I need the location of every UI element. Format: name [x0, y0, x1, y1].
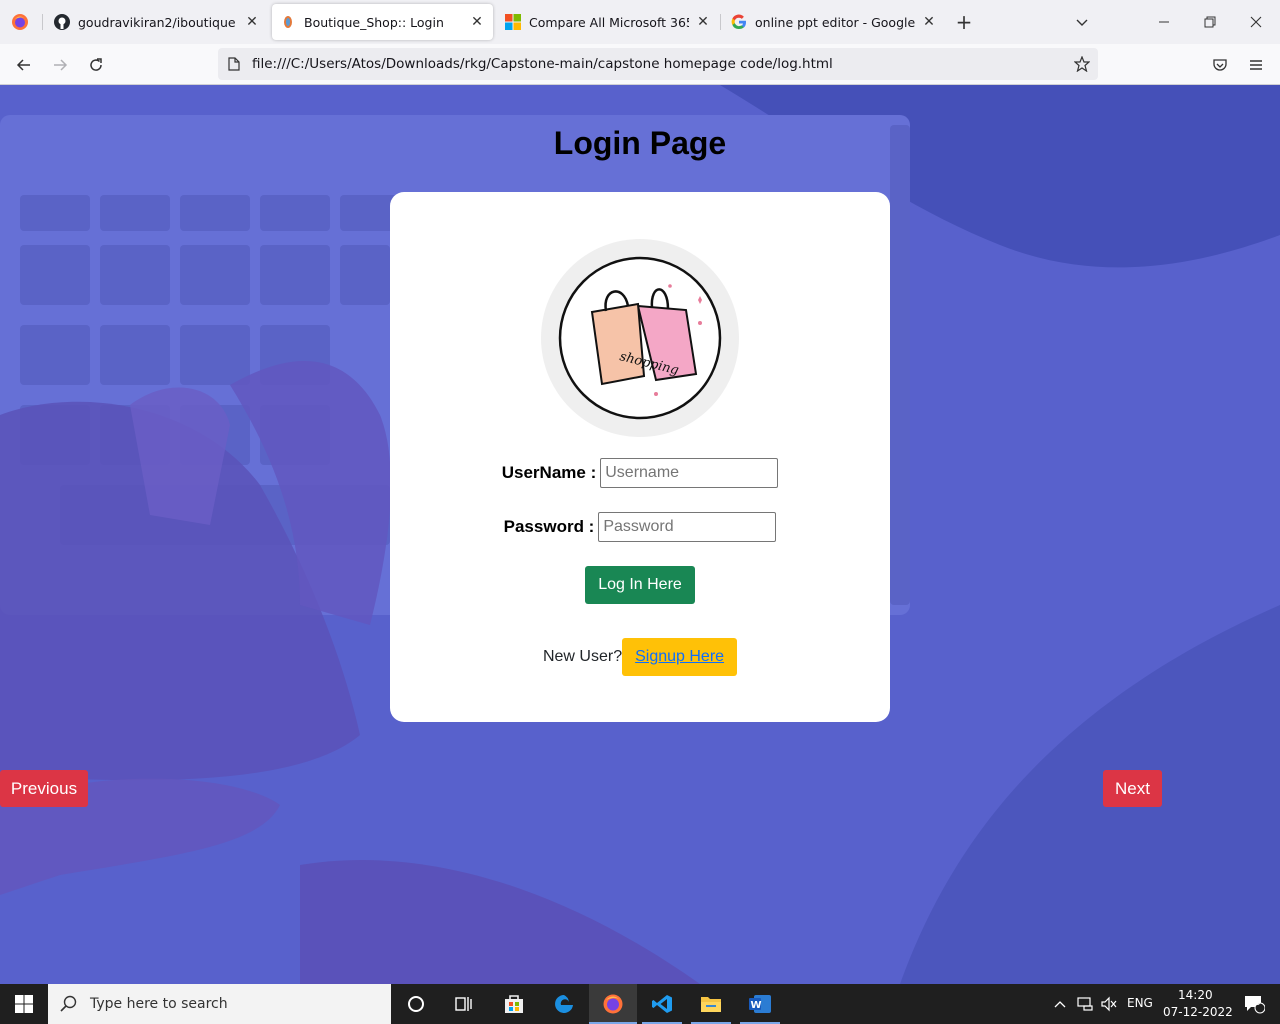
firefox-menu-icon[interactable] [8, 10, 32, 34]
edge-icon[interactable] [540, 984, 588, 1024]
search-placeholder: Type here to search [90, 996, 228, 1012]
task-view-icon[interactable] [440, 984, 488, 1024]
tab-label: goudravikiran2/iboutique [78, 14, 236, 30]
password-row: Password : [390, 512, 890, 542]
vscode-icon[interactable] [638, 984, 686, 1024]
username-input[interactable] [600, 458, 779, 488]
microsoft-icon [505, 14, 521, 30]
shopping-bags-logo: shopping [541, 239, 739, 437]
svg-text:W: W [751, 1000, 762, 1011]
page-viewport: Login Page shopping UserName : Password … [0, 85, 1280, 984]
close-tab-icon[interactable]: ✕ [469, 14, 485, 30]
url-text: file:///C:/Users/Atos/Downloads/rkg/Caps… [252, 56, 833, 72]
windows-start-icon[interactable] [0, 984, 48, 1024]
page-title: Login Page [553, 125, 727, 161]
volume-muted-icon[interactable] [1094, 984, 1124, 1024]
clock-time[interactable]: 14:20 [1178, 988, 1213, 1002]
login-button[interactable]: Log In Here [585, 566, 695, 604]
language-indicator[interactable]: ENG [1127, 996, 1153, 1010]
signup-link[interactable]: Signup Here [622, 638, 738, 676]
cortana-icon[interactable] [392, 984, 440, 1024]
file-explorer-icon[interactable] [687, 984, 735, 1024]
back-icon[interactable] [11, 52, 37, 78]
file-icon [228, 57, 240, 71]
tab-label: Boutique_Shop:: Login [304, 14, 444, 30]
new-user-text: New User? [542, 648, 623, 665]
login-card: shopping UserName : Password : Log In He… [390, 192, 890, 722]
taskbar-search-box[interactable]: Type here to search [48, 984, 391, 1024]
navigation-toolbar: file:///C:/Users/Atos/Downloads/rkg/Caps… [0, 44, 1280, 85]
restore-icon[interactable] [1198, 10, 1222, 34]
word-icon[interactable]: W [736, 984, 784, 1024]
username-row: UserName : [390, 458, 890, 488]
next-button[interactable]: Next [1103, 770, 1162, 807]
github-icon [54, 14, 70, 30]
tab-label: online ppt editor - Google Search [755, 14, 915, 30]
signup-row: New User? Signup Here [390, 638, 890, 676]
list-tabs-icon[interactable] [1070, 10, 1094, 34]
tab-google[interactable]: online ppt editor - Google Search ✕ [723, 4, 945, 40]
tab-label: Compare All Microsoft 365 Plans [529, 14, 689, 30]
search-icon [60, 995, 77, 1012]
new-tab-icon[interactable]: + [952, 10, 976, 34]
hamburger-menu-icon[interactable] [1243, 52, 1269, 78]
password-label: Password : [503, 517, 595, 536]
username-label: UserName : [501, 463, 597, 482]
firefox-taskbar-icon[interactable] [589, 984, 637, 1024]
pocket-icon[interactable] [1207, 52, 1233, 78]
tab-microsoft[interactable]: Compare All Microsoft 365 Plans ✕ [497, 4, 719, 40]
password-input[interactable] [598, 512, 777, 542]
minimize-icon[interactable] [1152, 10, 1176, 34]
bookmark-star-icon[interactable] [1074, 56, 1090, 72]
store-icon[interactable] [490, 984, 538, 1024]
google-icon [731, 14, 746, 30]
page-favicon-icon [284, 16, 292, 28]
close-window-icon[interactable] [1244, 10, 1268, 34]
url-bar[interactable]: file:///C:/Users/Atos/Downloads/rkg/Caps… [218, 48, 1098, 80]
notification-count: 5 [1255, 998, 1261, 1008]
notifications-icon[interactable]: 5 [1232, 984, 1276, 1024]
close-tab-icon[interactable]: ✕ [695, 14, 711, 30]
previous-button[interactable]: Previous [0, 770, 88, 807]
reload-icon[interactable] [83, 52, 109, 78]
close-tab-icon[interactable]: ✕ [921, 14, 937, 30]
windows-taskbar: Type here to search W ENG 14:20 07-12-20… [0, 984, 1280, 1024]
tab-boutique-login[interactable]: Boutique_Shop:: Login ✕ [272, 4, 493, 40]
clock-date[interactable]: 07-12-2022 [1163, 1005, 1233, 1019]
tab-github[interactable]: goudravikiran2/iboutique ✕ [46, 4, 268, 40]
close-tab-icon[interactable]: ✕ [244, 14, 260, 30]
tab-bar: goudravikiran2/iboutique ✕ Boutique_Shop… [0, 0, 1280, 44]
forward-icon[interactable] [47, 52, 73, 78]
